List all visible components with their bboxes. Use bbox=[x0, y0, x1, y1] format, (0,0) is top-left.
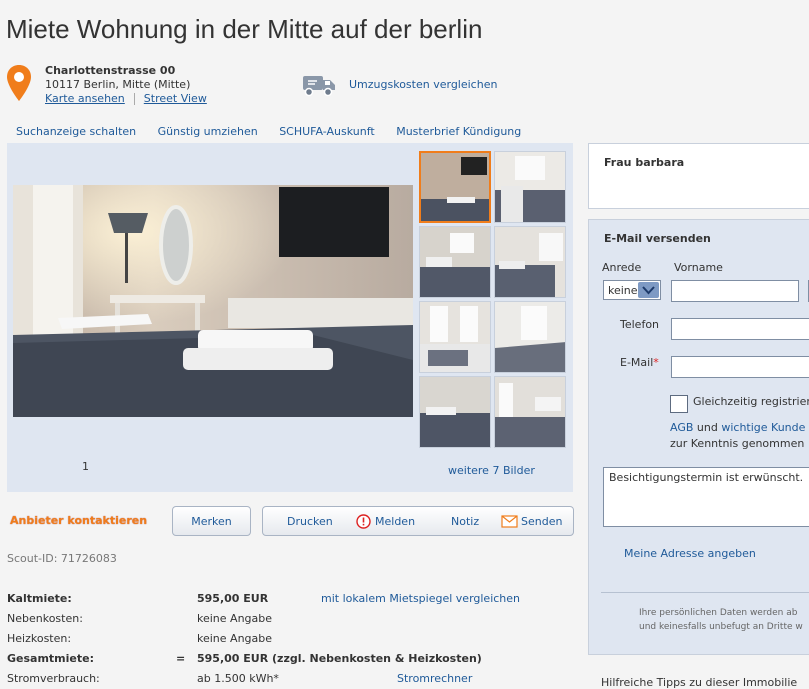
anrede-value: keine bbox=[608, 284, 638, 297]
cost-value: 595,00 EUR bbox=[197, 592, 269, 605]
nav-suchanzeige[interactable]: Suchanzeige schalten bbox=[16, 125, 136, 138]
telefon-input[interactable] bbox=[671, 318, 809, 340]
cost-value: 595,00 EUR (zzgl. Nebenkosten & Heizkost… bbox=[197, 652, 482, 665]
cost-value: ab 1.500 kWh* bbox=[197, 672, 279, 685]
anrede-label: Anrede bbox=[602, 261, 642, 274]
melden-button[interactable]: Melden bbox=[375, 515, 415, 528]
divider bbox=[133, 93, 135, 105]
chevron-down-icon bbox=[638, 282, 659, 298]
agb-text-2: zur Kenntnis genommen bbox=[670, 437, 805, 450]
nav-musterbrief[interactable]: Musterbrief Kündigung bbox=[396, 125, 521, 138]
cost-label: Heizkosten: bbox=[7, 632, 72, 645]
kunden-info-link[interactable]: wichtige Kunde bbox=[721, 421, 805, 434]
street-view-link[interactable]: Street View bbox=[144, 92, 207, 105]
contact-person-name: Frau barbara bbox=[604, 156, 685, 169]
required-mark: * bbox=[653, 356, 659, 369]
email-form-panel: E-Mail versenden Anrede Vorname keine Te… bbox=[588, 219, 809, 655]
address-link[interactable]: Meine Adresse angeben bbox=[624, 547, 756, 560]
street-address: Charlottenstrasse 00 bbox=[45, 64, 176, 77]
register-label: Gleichzeitig registrieren bbox=[693, 395, 809, 408]
cost-label: Gesamtmiete: bbox=[7, 652, 94, 665]
message-textarea[interactable]: Besichtigungstermin ist erwünscht. bbox=[603, 467, 809, 527]
cost-label: Stromverbrauch: bbox=[7, 672, 100, 685]
main-photo[interactable] bbox=[13, 185, 413, 417]
senden-button[interactable]: Senden bbox=[521, 515, 562, 528]
gallery-thumbnail[interactable] bbox=[494, 226, 566, 298]
notiz-button[interactable]: Notiz bbox=[451, 515, 479, 528]
address-links: Karte ansehen Street View bbox=[45, 92, 207, 105]
mail-send-icon bbox=[501, 515, 518, 528]
merken-button[interactable]: Merken bbox=[172, 506, 251, 536]
image-counter: 1 bbox=[82, 460, 89, 473]
gallery-thumbnail[interactable] bbox=[419, 376, 491, 448]
cost-link[interactable]: mit lokalem Mietspiegel vergleichen bbox=[321, 592, 520, 605]
email-input[interactable] bbox=[671, 356, 809, 378]
contact-person-box: Frau barbara bbox=[588, 143, 809, 209]
agb-und: und bbox=[696, 421, 718, 434]
privacy-text-2: und keinesfalls unbefugt an Dritte w bbox=[639, 622, 803, 632]
cost-label: Kaltmiete: bbox=[7, 592, 72, 605]
warning-icon bbox=[356, 514, 371, 529]
scout-id: Scout-ID: 71726083 bbox=[7, 552, 117, 565]
merken-label: Merken bbox=[191, 514, 232, 528]
cost-equals: = bbox=[176, 652, 186, 665]
nav-schufa[interactable]: SCHUFA-Auskunft bbox=[279, 125, 375, 138]
map-link[interactable]: Karte ansehen bbox=[45, 92, 125, 105]
top-nav: Suchanzeige schalten Günstig umziehen SC… bbox=[16, 125, 539, 138]
cost-value: keine Angabe bbox=[197, 632, 273, 645]
telefon-label: Telefon bbox=[620, 318, 660, 331]
gallery-thumbnail[interactable] bbox=[419, 301, 491, 373]
gallery-thumbnail[interactable] bbox=[419, 226, 491, 298]
nav-guenstig-umziehen[interactable]: Günstig umziehen bbox=[158, 125, 258, 138]
gallery-thumbnail[interactable] bbox=[494, 376, 566, 448]
cost-link[interactable]: Stromrechner bbox=[397, 672, 472, 685]
city-address: 10117 Berlin, Mitte (Mitte) bbox=[45, 78, 191, 91]
anrede-select[interactable]: keine bbox=[603, 280, 661, 300]
action-button-group: Drucken Melden Notiz Senden bbox=[262, 506, 574, 536]
page-title: Miete Wohnung in der Mitte auf der berli… bbox=[6, 14, 483, 44]
gallery-thumbnail[interactable] bbox=[419, 151, 491, 223]
register-checkbox[interactable] bbox=[670, 395, 688, 413]
tips-heading: Hilfreiche Tipps zu dieser Immobilie bbox=[601, 676, 798, 689]
cost-label: Nebenkosten: bbox=[7, 612, 83, 625]
gallery-thumbnail[interactable] bbox=[494, 151, 566, 223]
drucken-button[interactable]: Drucken bbox=[287, 515, 333, 528]
email-label: E-Mail* bbox=[620, 356, 659, 369]
location-pin-icon bbox=[7, 65, 31, 101]
truck-icon bbox=[303, 76, 335, 97]
vorname-input[interactable] bbox=[671, 280, 799, 302]
contact-provider-button[interactable]: Anbieter kontaktieren bbox=[10, 514, 147, 527]
umzugskosten-link[interactable]: Umzugskosten vergleichen bbox=[349, 78, 497, 91]
gallery-thumbnail[interactable] bbox=[494, 301, 566, 373]
privacy-text-1: Ihre persönlichen Daten werden ab bbox=[639, 608, 798, 618]
agb-text: AGB und wichtige Kunde bbox=[670, 421, 805, 434]
cost-value: keine Angabe bbox=[197, 612, 273, 625]
email-label-text: E-Mail bbox=[620, 356, 654, 369]
more-images-link[interactable]: weitere 7 Bilder bbox=[448, 464, 535, 477]
email-form-heading: E-Mail versenden bbox=[604, 232, 711, 245]
vorname-label: Vorname bbox=[674, 261, 723, 274]
agb-link[interactable]: AGB bbox=[670, 421, 693, 434]
divider bbox=[601, 592, 809, 593]
